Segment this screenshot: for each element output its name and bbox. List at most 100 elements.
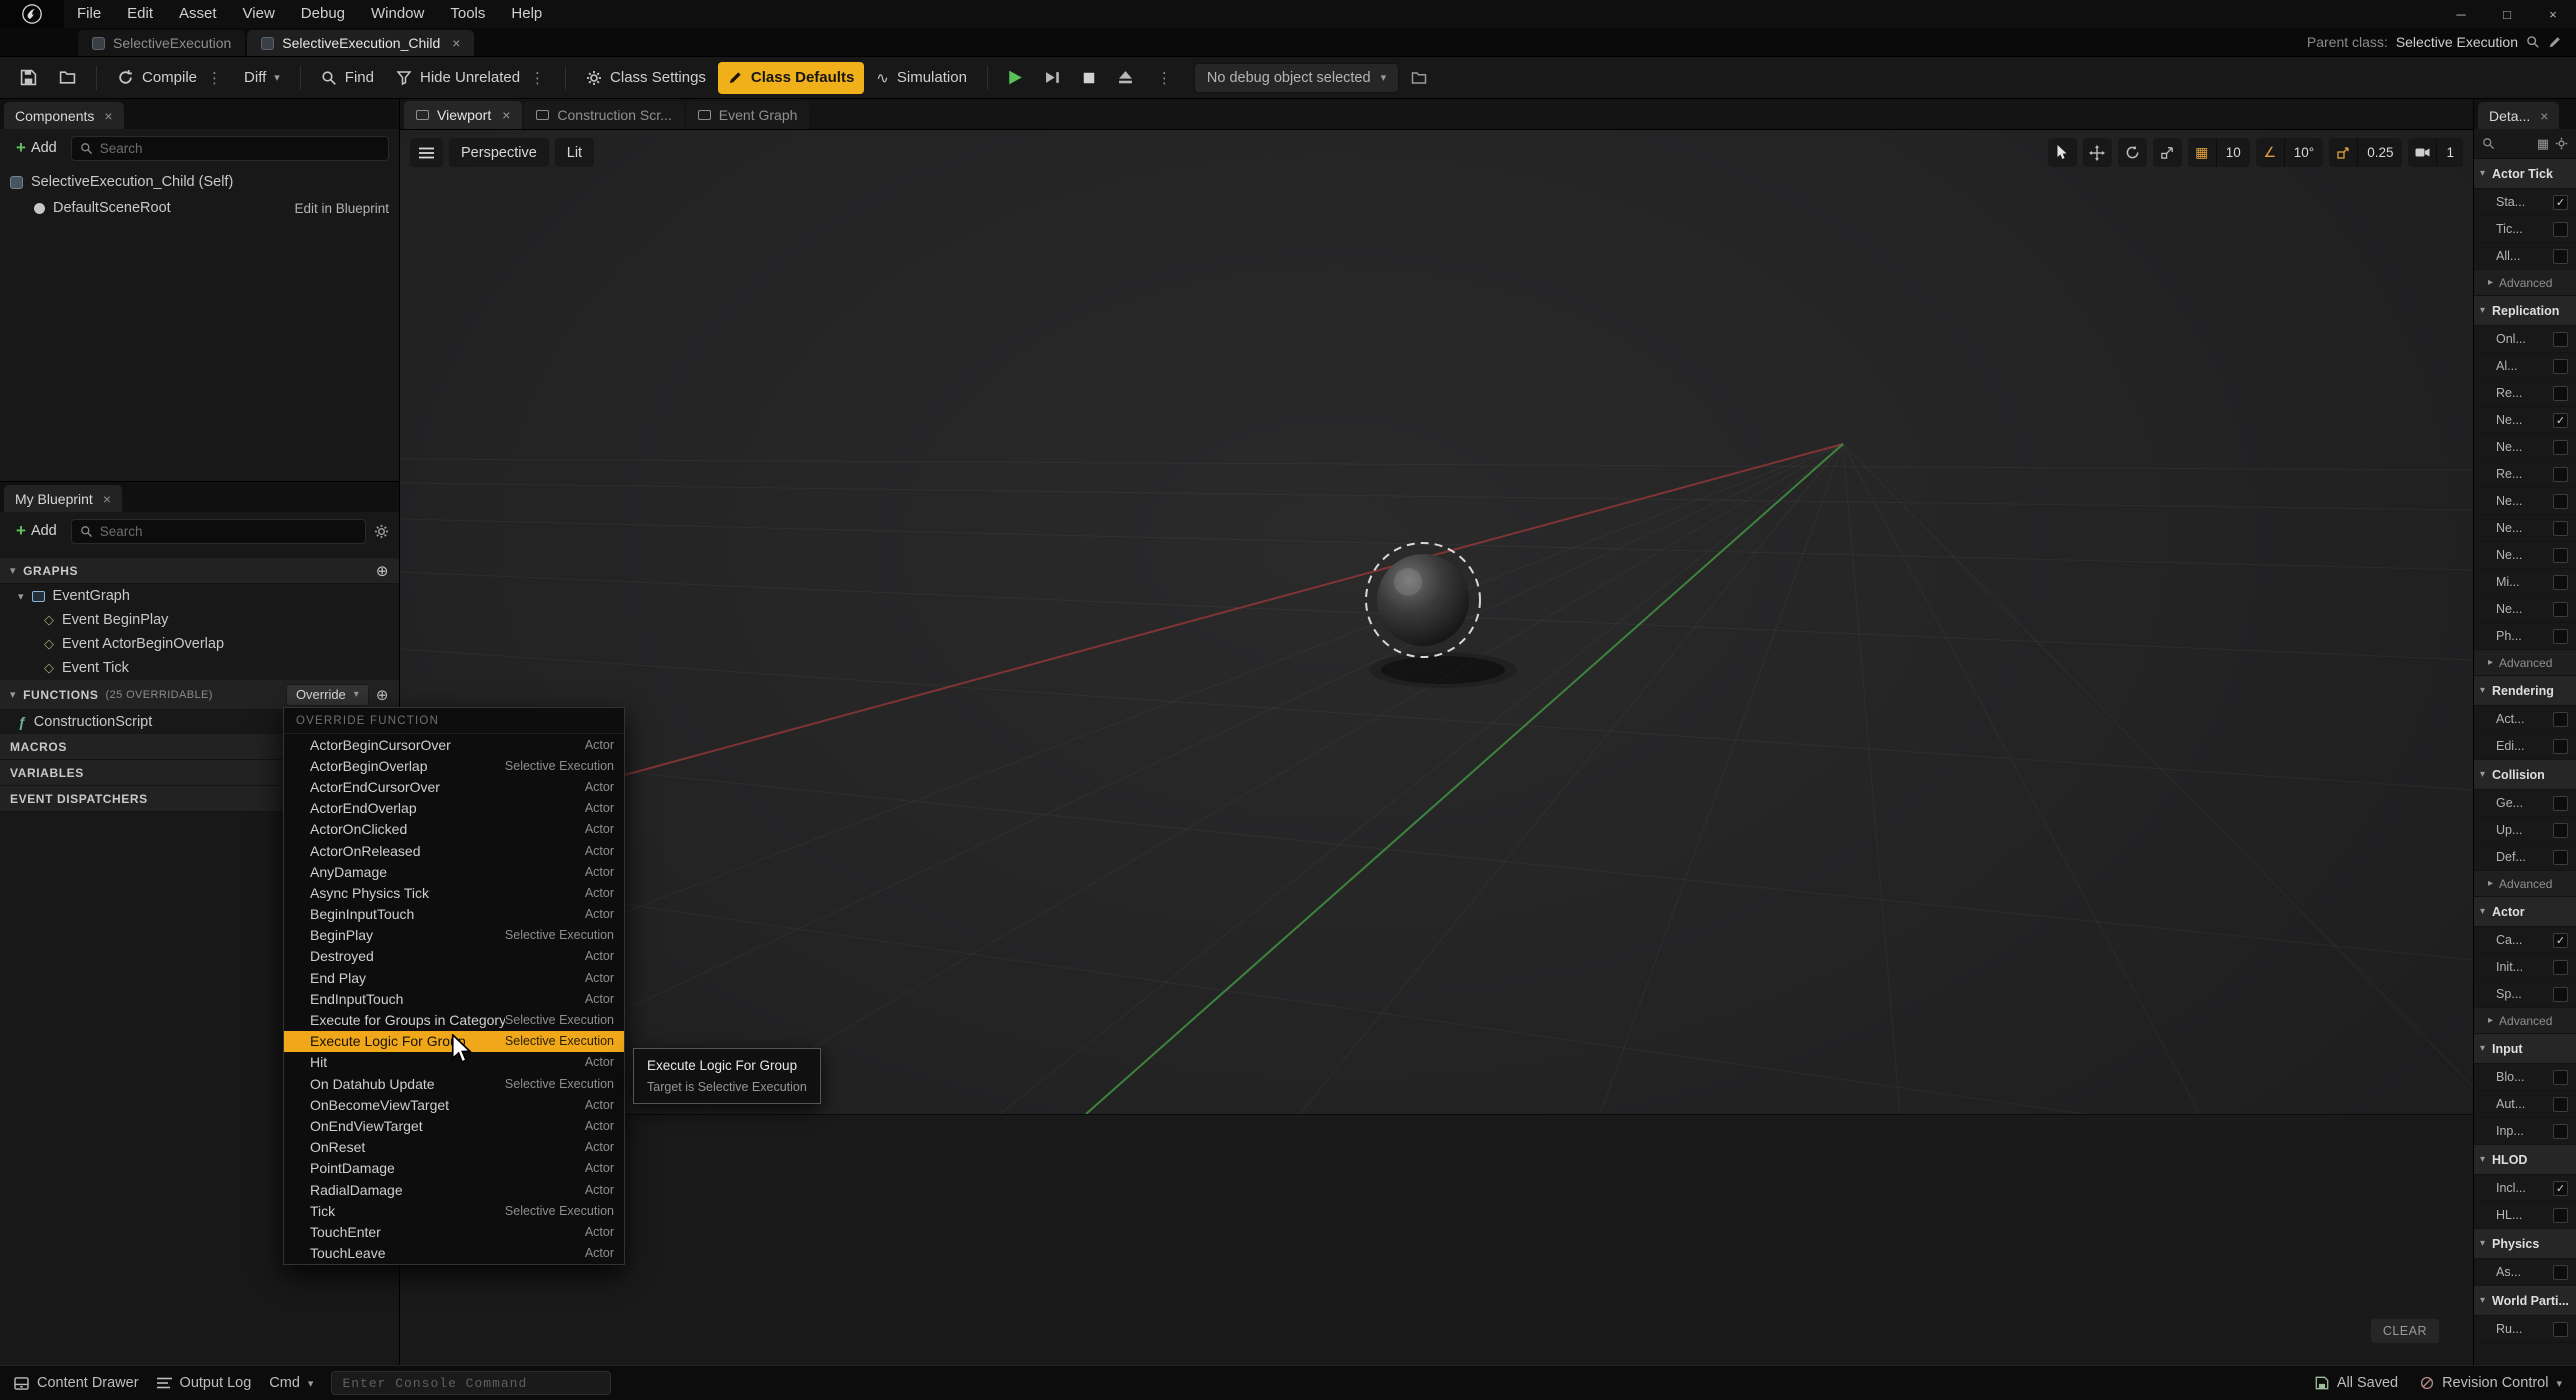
override-menu-item-onreset[interactable]: OnResetActor [284, 1137, 624, 1158]
save-button[interactable] [10, 62, 47, 94]
hide-unrelated-options-icon[interactable]: ⋮ [530, 69, 545, 87]
property-checkbox[interactable] [2553, 1124, 2568, 1139]
menubar-item-tools[interactable]: Tools [437, 0, 498, 28]
advanced-row[interactable]: ▸Advanced [2474, 270, 2576, 296]
override-menu-item-end-play[interactable]: End PlayActor [284, 967, 624, 988]
panel-settings-gear-icon[interactable] [374, 524, 389, 539]
viewport-tab-event-graph[interactable]: Event Graph [686, 101, 810, 129]
diff-button[interactable]: Diff ▾ [234, 62, 290, 94]
viewport-tab-viewport[interactable]: Viewport× [404, 101, 522, 129]
details-section-actor-tick[interactable]: ▾Actor Tick [2474, 159, 2576, 189]
override-menu-item-anydamage[interactable]: AnyDamageActor [284, 861, 624, 882]
close-panel-icon[interactable]: × [2540, 108, 2548, 124]
content-drawer-button[interactable]: Content Drawer [14, 1375, 139, 1391]
override-menu-item-destroyed[interactable]: DestroyedActor [284, 946, 624, 967]
property-checkbox[interactable] [2553, 1265, 2568, 1280]
scale-snap-control[interactable]: 0.25 [2329, 138, 2402, 167]
details-search-bar[interactable]: ▦ [2474, 129, 2576, 159]
property-checkbox[interactable] [2553, 987, 2568, 1002]
cmd-selector[interactable]: Cmd ▾ [269, 1375, 313, 1391]
details-section-input[interactable]: ▾Input [2474, 1034, 2576, 1064]
move-tool-icon[interactable] [2083, 138, 2112, 167]
sphere-mesh[interactable] [1377, 554, 1469, 646]
override-menu-item-touchenter[interactable]: TouchEnterActor [284, 1221, 624, 1242]
close-tab-icon[interactable]: × [502, 107, 510, 123]
functions-section-header[interactable]: ▾ FUNCTIONS (25 OVERRIDABLE) Override ▾ … [0, 680, 399, 710]
tab-selectiveexecution-child[interactable]: SelectiveExecution_Child × [247, 30, 474, 56]
override-menu-item-radialdamage[interactable]: RadialDamageActor [284, 1179, 624, 1200]
details-panel-tab[interactable]: Deta... × [2478, 102, 2559, 129]
console-command-input[interactable] [342, 1376, 600, 1391]
class-defaults-button[interactable]: Class Defaults [718, 62, 864, 94]
override-menu-item-actorbegincursorover[interactable]: ActorBeginCursorOverActor [284, 734, 624, 755]
parent-class-value[interactable]: Selective Execution [2396, 34, 2518, 50]
property-checkbox[interactable] [2553, 712, 2568, 727]
viewport-tab-construction-scr[interactable]: Construction Scr... [524, 101, 683, 129]
browse-debug-object-button[interactable] [1401, 62, 1437, 94]
scale-tool-icon[interactable] [2153, 138, 2182, 167]
my-blueprint-search-input[interactable] [100, 524, 357, 539]
rotation-snap-control[interactable]: ∠ 10° [2256, 138, 2323, 167]
override-menu-item-actorbeginoverlap[interactable]: ActorBeginOverlapSelective Execution [284, 755, 624, 776]
eject-button[interactable] [1108, 62, 1143, 94]
search-parent-icon[interactable] [2526, 35, 2540, 49]
browse-content-button[interactable] [49, 62, 86, 94]
property-checkbox[interactable] [2553, 222, 2568, 237]
details-section-world-parti[interactable]: ▾World Parti... [2474, 1286, 2576, 1316]
property-checkbox[interactable]: ✓ [2553, 195, 2568, 210]
clear-button[interactable]: CLEAR [2371, 1319, 2439, 1343]
property-checkbox[interactable] [2553, 494, 2568, 509]
viewport[interactable]: Perspective Lit [400, 130, 2473, 1114]
compile-options-icon[interactable]: ⋮ [207, 69, 222, 87]
property-checkbox[interactable]: ✓ [2553, 933, 2568, 948]
property-checkbox[interactable]: ✓ [2553, 413, 2568, 428]
add-component-button[interactable]: + Add [10, 138, 63, 158]
event-row-event-actorbeginoverlap[interactable]: ◇Event ActorBeginOverlap [0, 632, 399, 656]
close-button[interactable]: × [2530, 0, 2576, 28]
edit-parent-icon[interactable] [2548, 35, 2562, 49]
viewport-options-menu-icon[interactable] [410, 138, 443, 167]
eventgraph-row[interactable]: ▾ EventGraph [0, 584, 399, 608]
override-menu-item-begininputtouch[interactable]: BeginInputTouchActor [284, 904, 624, 925]
override-menu-item-touchleave[interactable]: TouchLeaveActor [284, 1243, 624, 1264]
close-tab-icon[interactable]: × [452, 35, 460, 51]
find-button[interactable]: Find [311, 62, 384, 94]
property-checkbox[interactable] [2553, 602, 2568, 617]
simulation-button[interactable]: ∿ Simulation [866, 62, 977, 94]
property-checkbox[interactable] [2553, 1097, 2568, 1112]
property-checkbox[interactable] [2553, 796, 2568, 811]
display-filter-icon[interactable]: ▦ [2537, 136, 2549, 152]
frame-skip-button[interactable] [1035, 62, 1070, 94]
menubar-item-help[interactable]: Help [498, 0, 555, 28]
menubar-item-window[interactable]: Window [358, 0, 437, 28]
graphs-section-header[interactable]: ▾ GRAPHS ⊕ [0, 558, 399, 584]
details-section-actor[interactable]: ▾Actor [2474, 897, 2576, 927]
advanced-row[interactable]: ▸Advanced [2474, 871, 2576, 897]
override-dropdown-button[interactable]: Override ▾ [286, 684, 369, 706]
menubar-item-debug[interactable]: Debug [288, 0, 358, 28]
override-menu-item-beginplay[interactable]: BeginPlaySelective Execution [284, 925, 624, 946]
menubar-item-asset[interactable]: Asset [166, 0, 230, 28]
lit-button[interactable]: Lit [555, 138, 594, 167]
property-checkbox[interactable] [2553, 1208, 2568, 1223]
class-settings-button[interactable]: Class Settings [576, 62, 716, 94]
details-settings-gear-icon[interactable] [2555, 137, 2568, 150]
compile-button[interactable]: Compile ⋮ [107, 62, 232, 94]
advanced-row[interactable]: ▸Advanced [2474, 650, 2576, 676]
grid-snap-control[interactable]: ▦ 10 [2188, 138, 2250, 167]
rotate-tool-icon[interactable] [2118, 138, 2147, 167]
event-row-event-tick[interactable]: ◇Event Tick [0, 656, 399, 680]
override-menu-item-tick[interactable]: TickSelective Execution [284, 1200, 624, 1221]
details-section-replication[interactable]: ▾Replication [2474, 296, 2576, 326]
menubar-item-edit[interactable]: Edit [114, 0, 166, 28]
details-section-physics[interactable]: ▾Physics [2474, 1229, 2576, 1259]
property-checkbox[interactable] [2553, 548, 2568, 563]
override-menu-item-actorendoverlap[interactable]: ActorEndOverlapActor [284, 798, 624, 819]
console-command-box[interactable] [331, 1371, 611, 1395]
property-checkbox[interactable] [2553, 1322, 2568, 1337]
all-saved-indicator[interactable]: All Saved [2315, 1375, 2398, 1391]
output-log-button[interactable]: Output Log [157, 1375, 252, 1391]
close-panel-icon[interactable]: × [104, 108, 112, 124]
override-menu-item-on-datahub-update[interactable]: On Datahub UpdateSelective Execution [284, 1073, 624, 1094]
tab-selectiveexecution[interactable]: SelectiveExecution [78, 30, 245, 56]
